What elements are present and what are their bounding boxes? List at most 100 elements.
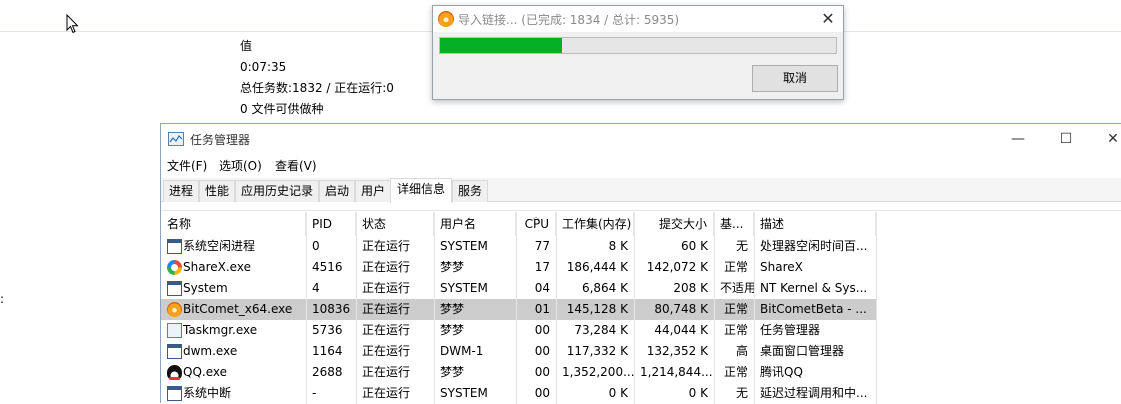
menu-bar: 文件(F) 选项(O) 查看(V) [161,154,1121,176]
sharex-icon [167,260,182,275]
tab-startup[interactable]: 启动 [319,180,355,202]
cell-working-set: 6,864 K [581,281,628,295]
task-manager-icon [168,132,184,146]
cell-pid: 5736 [312,323,343,337]
process-name: ShareX.exe [183,260,251,274]
process-name: dwm.exe [183,344,238,358]
cell-cpu: 17 [534,260,550,274]
tab-performance[interactable]: 性能 [199,180,235,202]
column-divider [516,212,517,404]
process-name: System [183,281,228,295]
column-pid[interactable]: PID [306,212,356,236]
window-icon [167,239,182,254]
cancel-button[interactable]: 取消 [752,65,838,92]
table-row[interactable]: dwm.exe 1164 正在运行 DWM-1 00 117,332 K 132,352 K… [161,341,876,362]
cell-description: 处理器空闲时间百... [760,239,868,253]
import-progress-bar [439,37,837,54]
cell-commit-size: 60 K [681,239,708,253]
cell-commit-size: 208 K [673,281,708,295]
taskmgr-icon [167,323,182,338]
cell-status: 正在运行 [362,365,411,379]
table-row[interactable]: 系统中断 - 正在运行 SYSTEM 00 0 K 0 K 无延迟过程调用和中... [161,383,876,404]
column-username[interactable]: 用户名 [434,212,516,236]
cell-cpu: 00 [534,365,550,379]
cell-name: System [161,278,306,299]
table-row[interactable]: BitComet_x64.exe 10836 正在运行 梦梦 01 145,128 K 80… [161,299,876,320]
cell-description: 腾讯QQ [760,365,803,379]
cell-pid: 10836 [312,302,351,316]
cell-base-priority: 正常 [723,260,748,274]
cell-name: QQ.exe [161,362,306,383]
table-row[interactable]: ShareX.exe 4516 正在运行 梦梦 17 186,444 K 142,072 K… [161,257,876,278]
column-divider [634,212,635,404]
tab-users[interactable]: 用户 [355,180,391,202]
column-divider [556,212,557,404]
cell-status: 正在运行 [362,344,411,358]
tab-details[interactable]: 详细信息 [390,178,452,203]
cell-username: 梦梦 [440,365,465,379]
close-icon[interactable]: ✕ [817,9,839,29]
cell-name: dwm.exe [161,341,306,362]
cell-base-priority: 无 [735,386,748,400]
cell-status: 正在运行 [362,323,411,337]
table-row[interactable]: System 4 正在运行 SYSTEM 04 6,864 K 208 K 不适用 NT Ker… [161,278,876,299]
column-divider [306,212,307,404]
tab-app-history[interactable]: 应用历史记录 [235,180,319,202]
import-links-dialog: 导入链接... (已完成: 1834 / 总计: 5935) ✕ 取消 [432,5,844,100]
cell-pid: 2688 [312,365,343,379]
column-base-priority[interactable]: 基... [714,212,754,236]
cell-username: 梦梦 [440,260,465,274]
window-icon [167,386,182,401]
cell-cpu: 00 [534,386,550,400]
column-description[interactable]: 描述 [754,212,876,236]
cell-pid: - [312,386,317,400]
cell-description: 任务管理器 [760,323,821,337]
cell-status: 正在运行 [362,281,411,295]
cell-username: SYSTEM [440,281,488,295]
column-name[interactable]: 名称 [161,212,306,236]
background-colon: : [0,292,5,306]
process-name: 系统中断 [183,386,232,400]
cell-pid: 1164 [312,344,343,358]
column-status[interactable]: 状态 [356,212,434,236]
cell-status: 正在运行 [362,260,411,274]
cell-working-set: 145,128 K [566,302,628,316]
column-divider [876,212,877,404]
table-row[interactable]: Taskmgr.exe 5736 正在运行 梦梦 00 73,284 K 44,044 K 正… [161,320,876,341]
maximize-icon[interactable]: ☐ [1051,128,1081,150]
dialog-titlebar[interactable]: 导入链接... (已完成: 1834 / 总计: 5935) ✕ [433,6,843,32]
cell-username: 梦梦 [440,302,465,316]
bitcomet-icon [167,302,182,317]
info-line: 值 [240,39,253,53]
window-icon [167,344,182,359]
tab-services[interactable]: 服务 [452,180,488,202]
column-divider [754,212,755,404]
column-commit-size[interactable]: 提交大小 [634,212,714,236]
cell-pid: 4516 [312,260,343,274]
bitcomet-icon [438,11,454,27]
tm-titlebar[interactable]: 任务管理器 — ☐ ✕ [161,124,1121,154]
cell-commit-size: 142,072 K [646,260,708,274]
cell-working-set: 73,284 K [574,323,628,337]
menu-options[interactable]: 选项(O) [219,157,262,174]
dialog-title: 导入链接... (已完成: 1834 / 总计: 5935) [458,13,680,27]
table-row[interactable]: QQ.exe 2688 正在运行 梦梦 00 1,352,200... 1,214,844.… [161,362,876,383]
close-icon[interactable]: ✕ [1098,128,1121,150]
menu-file[interactable]: 文件(F) [167,157,207,174]
tab-processes[interactable]: 进程 [163,180,199,202]
cell-commit-size: 1,214,844... [640,365,713,379]
cell-base-priority: 正常 [723,365,748,379]
process-name: Taskmgr.exe [183,323,258,337]
table-row[interactable]: 系统空闲进程 0 正在运行 SYSTEM 77 8 K 60 K 无处理器空闲时间百... [161,236,876,257]
column-working-set[interactable]: 工作集(内存) [556,212,634,236]
cell-name: Taskmgr.exe [161,320,306,341]
cell-description: NT Kernel & Sys... [760,281,868,295]
info-line: 总任务数:1832 / 正在运行:0 [240,81,394,95]
column-divider [356,212,357,404]
process-name: BitComet_x64.exe [183,302,293,316]
menu-view[interactable]: 查看(V) [275,157,317,174]
cell-name: ShareX.exe [161,257,306,278]
cell-cpu: 00 [534,344,550,358]
minimize-icon[interactable]: — [1003,128,1033,150]
cell-working-set: 186,444 K [566,260,628,274]
